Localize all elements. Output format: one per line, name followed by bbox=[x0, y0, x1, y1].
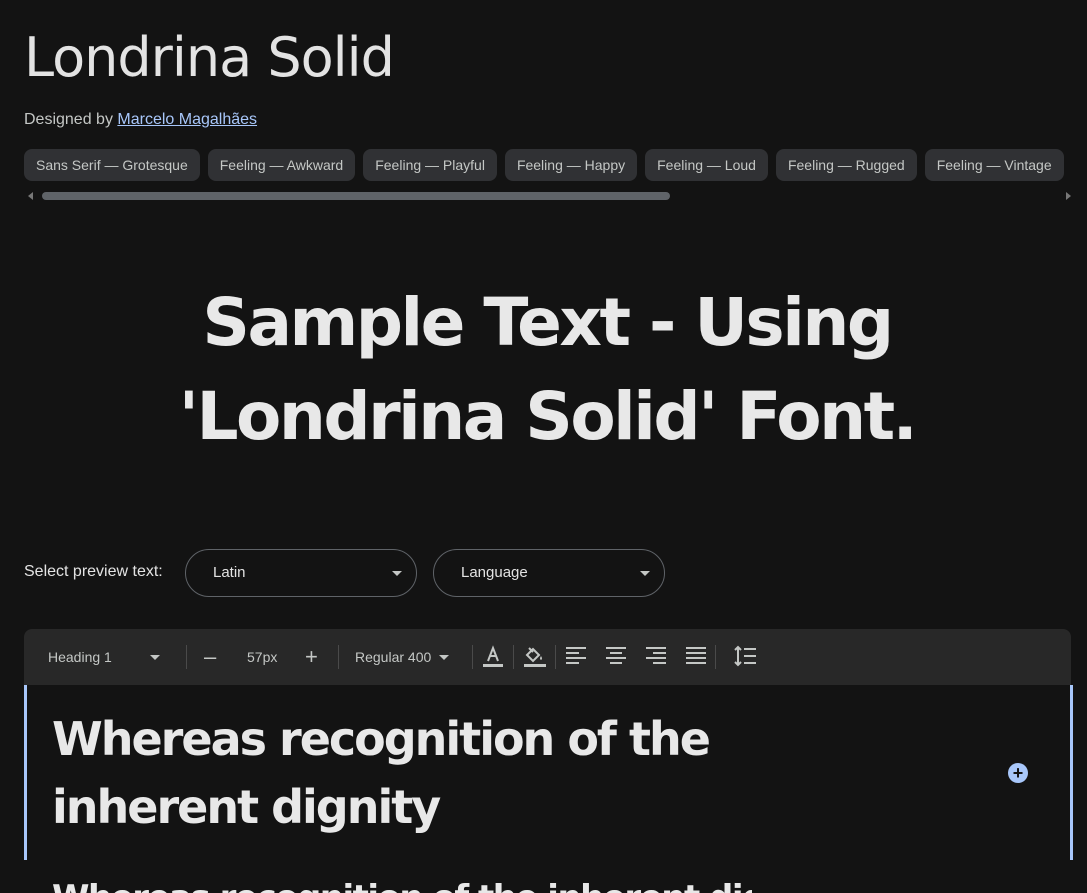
align-left-icon[interactable] bbox=[565, 645, 587, 667]
add-block-icon[interactable]: + bbox=[1008, 763, 1028, 783]
text-style-dropdown[interactable]: Heading 1 bbox=[48, 629, 160, 685]
toolbar-divider bbox=[715, 645, 716, 669]
tag-chip[interactable]: Feeling — Rugged bbox=[775, 149, 917, 181]
font-specimen-page: Londrina Solid Designed by Marcelo Magal… bbox=[0, 0, 1087, 893]
language-select[interactable]: Language bbox=[433, 549, 665, 597]
text-style-value: Heading 1 bbox=[48, 649, 112, 665]
designer-line: Designed by Marcelo Magalhães bbox=[24, 111, 257, 129]
designer-link[interactable]: Marcelo Magalhães bbox=[117, 111, 257, 128]
caret-down-icon bbox=[640, 571, 650, 576]
decrease-size-button[interactable]: – bbox=[204, 629, 216, 685]
script-select[interactable]: Latin bbox=[185, 549, 417, 597]
scroll-right-icon[interactable] bbox=[1066, 192, 1071, 200]
designed-by-label: Designed by bbox=[24, 111, 113, 128]
font-size-value[interactable]: 57px bbox=[247, 629, 277, 685]
tag-chip[interactable]: Feeling — Awkward bbox=[207, 149, 356, 181]
editor-text[interactable]: Whereas recognition of the inherent dign… bbox=[52, 705, 872, 841]
align-justify-icon[interactable] bbox=[685, 645, 707, 667]
sample-text-preview: Sample Text - Using 'Londrina Solid' Fon… bbox=[178, 284, 918, 455]
toolbar-divider bbox=[186, 645, 187, 669]
editor-toolbar: Heading 1 – 57px + Regular 400 bbox=[24, 629, 1071, 685]
script-select-value: Latin bbox=[213, 564, 246, 581]
editor-block[interactable]: Whereas recognition of the inherent dign… bbox=[24, 685, 1073, 860]
text-color-icon[interactable] bbox=[482, 645, 504, 669]
tag-chip[interactable]: Feeling — Loud bbox=[645, 149, 768, 181]
align-center-icon[interactable] bbox=[605, 645, 627, 667]
toolbar-divider bbox=[472, 645, 473, 669]
toolbar-divider bbox=[338, 645, 339, 669]
caret-down-icon bbox=[439, 654, 450, 660]
toolbar-divider bbox=[555, 645, 556, 669]
editor-next-line: Whereas recognition of the inherent dign… bbox=[52, 868, 752, 893]
scroll-left-icon[interactable] bbox=[28, 192, 33, 200]
page-title: Londrina Solid bbox=[24, 26, 395, 89]
language-select-value: Language bbox=[461, 564, 528, 581]
increase-size-button[interactable]: + bbox=[305, 629, 318, 685]
tag-chip[interactable]: Feeling — Happy bbox=[504, 149, 638, 181]
tag-chip[interactable]: Sans Serif — Grotesque bbox=[24, 149, 200, 181]
line-height-icon[interactable] bbox=[733, 645, 757, 667]
font-weight-value: Regular 400 bbox=[355, 649, 432, 665]
toolbar-divider bbox=[513, 645, 514, 669]
preview-text-label: Select preview text: bbox=[24, 563, 163, 580]
scroll-thumb[interactable] bbox=[42, 192, 670, 200]
tag-scrollbar[interactable] bbox=[24, 190, 1071, 202]
caret-down-icon bbox=[149, 654, 160, 660]
highlight-color-icon[interactable] bbox=[523, 645, 547, 669]
caret-down-icon bbox=[392, 571, 402, 576]
tag-chip[interactable]: Feeling — Playful bbox=[363, 149, 497, 181]
font-weight-dropdown[interactable]: Regular 400 bbox=[355, 629, 450, 685]
tag-chip-list: Sans Serif — Grotesque Feeling — Awkward F… bbox=[24, 149, 1087, 182]
tag-chip[interactable]: Feeling — Vintage bbox=[924, 149, 1064, 181]
align-right-icon[interactable] bbox=[645, 645, 667, 667]
